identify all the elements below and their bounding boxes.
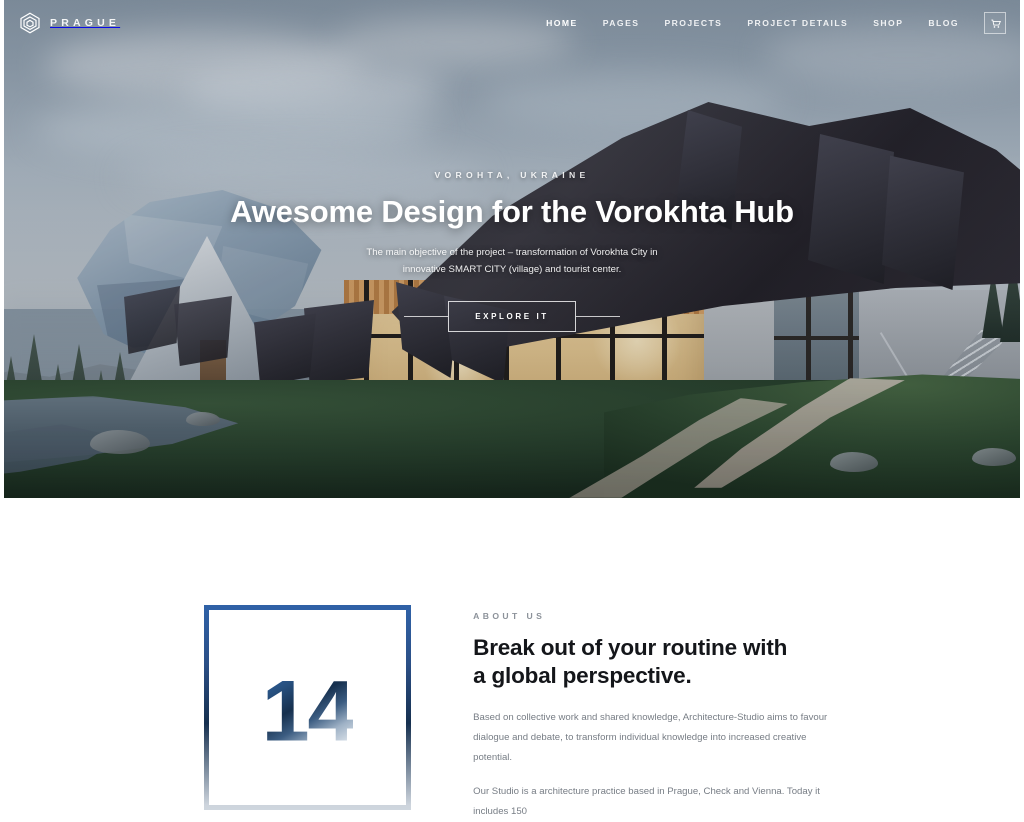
explore-it-button[interactable]: EXPLORE IT — [448, 300, 576, 332]
cta-left-rule — [404, 315, 449, 317]
nav-item-pages[interactable]: PAGES — [603, 18, 640, 28]
cta-right-rule — [575, 315, 620, 317]
about-eyebrow: ABOUT US — [473, 611, 546, 621]
cart-icon — [990, 19, 1001, 28]
brand-logo-link[interactable]: PRAGUE — [18, 11, 120, 35]
hero-cta-group: EXPLORE IT — [404, 300, 620, 332]
about-title: Break out of your routine with a global … — [473, 634, 844, 690]
about-number-frame: 14 — [204, 605, 412, 810]
cart-button[interactable] — [984, 12, 1006, 34]
hero-subtitle: The main objective of the project – tran… — [366, 247, 658, 275]
about-title-line-2: a global perspective. — [473, 662, 692, 688]
hero-title: Awesome Design for the Vorokhta Hub — [230, 194, 794, 229]
about-section: 14 ABOUT US Break out of your routine wi… — [0, 498, 1024, 817]
site-header: PRAGUE HOME PAGES PROJECTS PROJECT DETAI… — [4, 0, 1020, 46]
hero-content: VOROHTA, UKRAINE Awesome Design for the … — [4, 0, 1020, 498]
about-layout: 14 ABOUT US Break out of your routine wi… — [204, 605, 844, 822]
about-paragraph-2: Our Studio is a architecture practice ba… — [473, 786, 820, 818]
nav-item-home[interactable]: HOME — [546, 18, 578, 28]
nav-item-projects[interactable]: PROJECTS — [664, 18, 722, 28]
about-title-line-1: Break out of your routine with — [473, 635, 788, 660]
nav-item-shop[interactable]: SHOP — [873, 18, 903, 28]
nav-item-blog[interactable]: BLOG — [928, 18, 959, 28]
brand-name: PRAGUE — [50, 17, 121, 29]
main-navigation: HOME PAGES PROJECTS PROJECT DETAILS SHOP… — [546, 12, 1006, 34]
hero-section: VOROHTA, UKRAINE Awesome Design for the … — [4, 0, 1020, 498]
hero-location-label: VOROHTA, UKRAINE — [434, 170, 590, 180]
nav-item-project-details[interactable]: PROJECT DETAILS — [747, 18, 848, 28]
about-text-column: ABOUT US Break out of your routine with … — [473, 605, 844, 822]
about-number: 14 — [261, 662, 356, 759]
about-paragraph-1: Based on collective work and shared know… — [473, 711, 828, 764]
hexagon-spiral-logo-icon — [20, 12, 40, 34]
